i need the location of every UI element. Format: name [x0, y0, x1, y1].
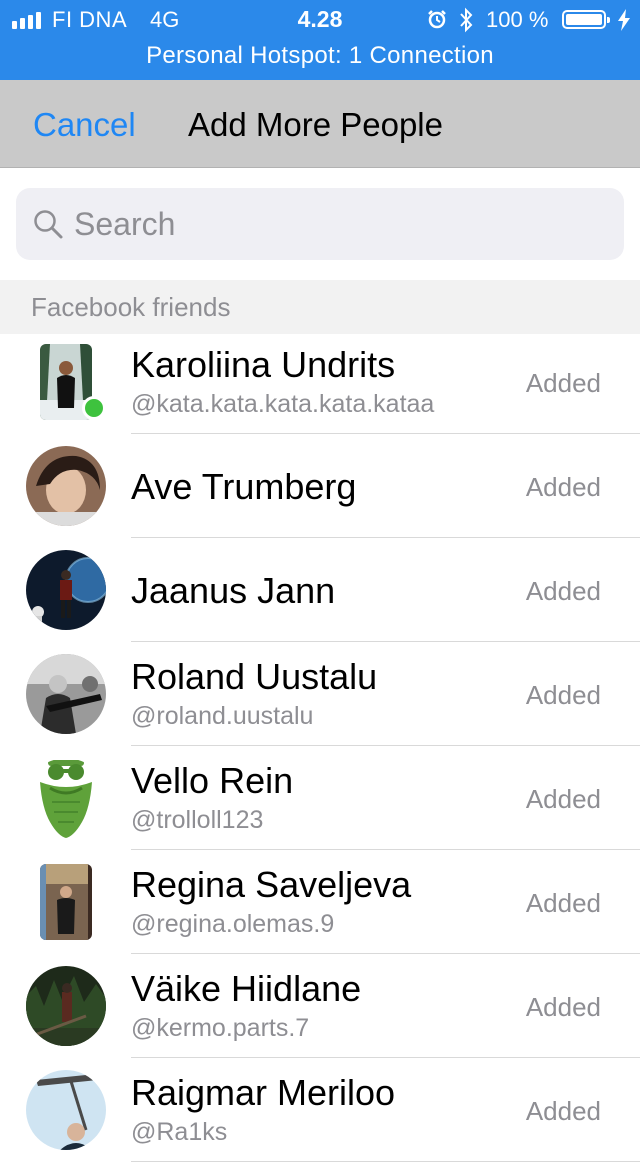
search-bar[interactable]	[16, 188, 624, 260]
section-header: Facebook friends	[0, 280, 640, 334]
bluetooth-icon	[460, 7, 473, 33]
avatar	[26, 966, 106, 1046]
friend-handle: @kermo.parts.7	[131, 1014, 310, 1042]
friend-handle: @regina.olemas.9	[131, 910, 335, 938]
avatar	[26, 550, 106, 630]
list-item[interactable]: Ave Trumberg Added	[0, 434, 640, 538]
online-indicator	[82, 396, 106, 420]
avatar	[40, 864, 92, 940]
list-item[interactable]: Jaanus Jann Added	[0, 538, 640, 642]
friend-name: Raigmar Meriloo	[131, 1072, 396, 1113]
friend-name: Regina Saveljeva	[131, 864, 412, 905]
friend-name: Karoliina Undrits	[131, 344, 396, 385]
friend-handle: @roland.uustalu	[131, 702, 314, 730]
navigation-bar: Cancel Add More People	[0, 80, 640, 168]
battery-icon	[562, 10, 610, 29]
search-icon	[34, 210, 63, 239]
added-status: Added	[525, 472, 601, 502]
alarm-icon	[428, 10, 446, 29]
list-item[interactable]: Regina Saveljeva @regina.olemas.9 Added	[0, 850, 640, 954]
friend-name: Väike Hiidlane	[131, 968, 362, 1009]
list-item[interactable]: Raigmar Meriloo @Ra1ks Added	[0, 1058, 640, 1162]
friend-name: Vello Rein	[131, 760, 294, 801]
status-bar: FI DNA 4G 4.28 100 % Personal Hotspot: 1…	[0, 0, 640, 80]
list-item[interactable]: Karoliina Undrits @kata.kata.kata.kata.k…	[0, 330, 640, 434]
added-status: Added	[525, 576, 601, 606]
friend-handle: @trolloll123	[131, 806, 264, 834]
added-status: Added	[525, 784, 601, 814]
added-status: Added	[525, 1096, 601, 1126]
section-header-label: Facebook friends	[31, 292, 231, 322]
avatar	[26, 654, 106, 734]
friends-list: Karoliina Undrits @kata.kata.kata.kata.k…	[0, 330, 640, 1162]
cancel-button[interactable]: Cancel	[33, 106, 136, 144]
added-status: Added	[525, 888, 601, 918]
friend-name: Ave Trumberg	[131, 466, 357, 507]
friend-name: Jaanus Jann	[131, 570, 336, 611]
friend-name: Roland Uustalu	[131, 656, 378, 697]
hotspot-banner[interactable]: Personal Hotspot: 1 Connection	[0, 42, 640, 70]
search-input[interactable]	[74, 188, 604, 260]
added-status: Added	[525, 368, 601, 398]
status-row: FI DNA 4G 4.28 100 %	[0, 0, 640, 40]
avatar	[26, 1070, 106, 1150]
avatar	[26, 758, 106, 838]
battery-percent: 100 %	[486, 7, 549, 32]
friend-handle: @kata.kata.kata.kata.kataa	[131, 390, 435, 418]
avatar	[26, 446, 106, 526]
list-item[interactable]: Väike Hiidlane @kermo.parts.7 Added	[0, 954, 640, 1058]
friend-handle: @Ra1ks	[131, 1118, 228, 1146]
list-item[interactable]: Roland Uustalu @roland.uustalu Added	[0, 642, 640, 746]
list-item[interactable]: Vello Rein @trolloll123 Added	[0, 746, 640, 850]
charging-icon	[618, 9, 630, 31]
page-title: Add More People	[188, 106, 443, 143]
added-status: Added	[525, 680, 601, 710]
added-status: Added	[525, 992, 601, 1022]
